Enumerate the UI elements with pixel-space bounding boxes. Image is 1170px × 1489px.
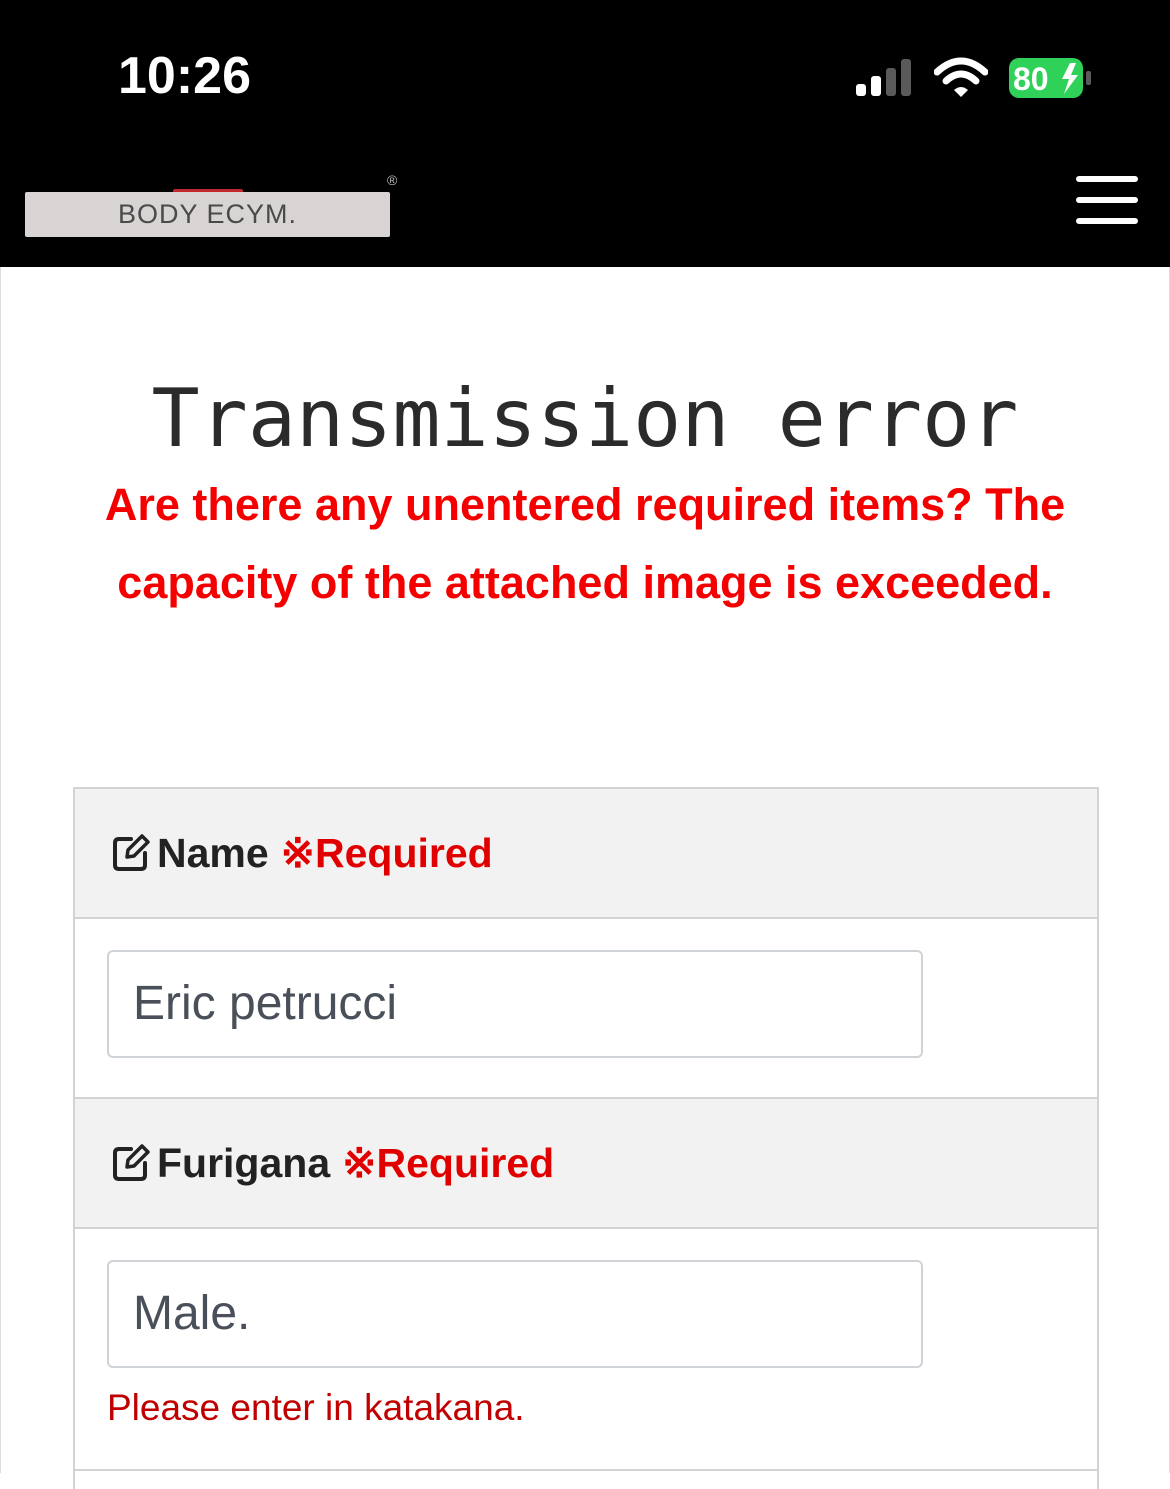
field-body-name: Eric petrucci [75, 919, 1097, 1097]
field-label-row: Furigana ※Required [111, 1099, 554, 1227]
name-input-value: Eric petrucci [133, 977, 398, 1030]
field-divider [75, 1469, 1097, 1471]
field-header-name: Name ※Required [75, 789, 1097, 919]
logo-text: BODY ECYM. [117, 199, 298, 229]
furigana-input[interactable]: Male. [107, 1260, 923, 1368]
registered-mark: ® [387, 172, 398, 188]
wifi-icon [934, 57, 988, 97]
furigana-input-value: Male. [133, 1287, 251, 1340]
field-label-name: Name [157, 830, 269, 876]
signal-icon [856, 59, 911, 96]
field-label-row: Name ※Required [111, 789, 493, 917]
edit-icon [113, 834, 150, 871]
validation-hint: Please enter in katakana. [107, 1387, 525, 1428]
site-logo[interactable]: BODY ECYM. [25, 192, 390, 237]
required-badge: ※Required [342, 1140, 555, 1186]
status-time: 10:26 [118, 47, 251, 105]
status-bar: 10:26 80 [0, 0, 1170, 150]
name-input[interactable]: Eric petrucci [107, 950, 923, 1058]
field-label-furigana: Furigana [157, 1140, 331, 1186]
contact-form: Name ※Required Eric petrucci Furigana ※Req… [73, 787, 1099, 1489]
svg-text:80: 80 [1013, 61, 1049, 97]
error-message: Are there any unentered required items? … [104, 479, 1066, 608]
hamburger-menu-icon[interactable] [1076, 176, 1140, 228]
required-badge: ※Required [280, 830, 493, 876]
edit-icon [113, 1144, 150, 1181]
field-header-furigana: Furigana ※Required [75, 1099, 1097, 1229]
battery-charging-icon: 80 [1009, 58, 1091, 98]
field-body-furigana: Male. Please enter in katakana. [75, 1229, 1097, 1469]
page-title: Transmission error [151, 372, 1019, 465]
